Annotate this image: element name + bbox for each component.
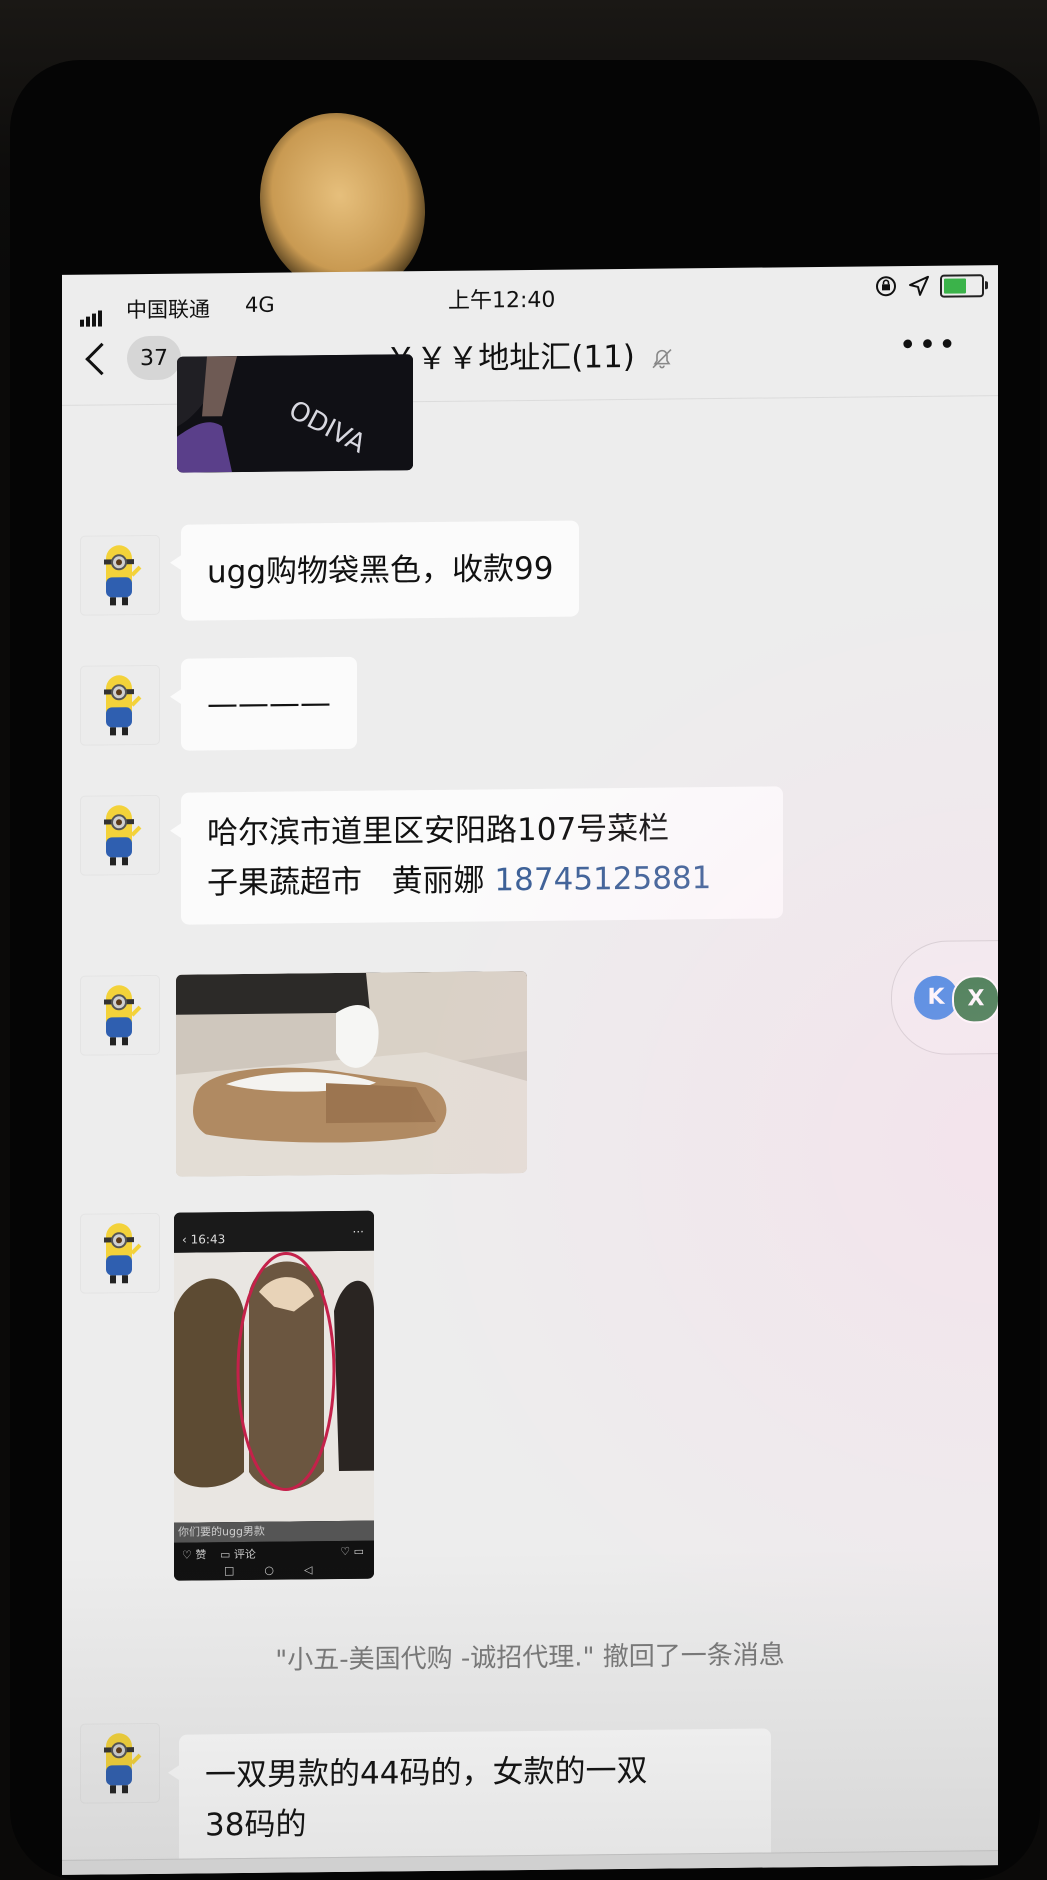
carrier-label: 中国联通 [126, 297, 210, 323]
rotation-lock-icon [876, 276, 896, 297]
phone-number-link[interactable]: 18745125881 [494, 860, 711, 898]
screenshot-time: 16:43 [190, 1232, 226, 1247]
screenshot-comment: 评论 [233, 1547, 256, 1562]
address-line-1: 哈尔滨市道里区安阳路107号菜栏 [207, 810, 670, 852]
close-x-icon[interactable]: X [952, 975, 998, 1024]
minion-avatar-icon [104, 1223, 142, 1284]
message-row: ugg购物袋黑色，收款99 [62, 520, 998, 621]
message-text: ugg购物袋黑色，收款99 [207, 550, 554, 591]
avatar[interactable] [80, 664, 160, 746]
avatar[interactable] [80, 974, 160, 1056]
more-options-button[interactable]: ••• [899, 328, 958, 364]
minion-avatar-icon [104, 545, 142, 606]
message-row: 一双男款的44码的，女款的一双 38码的 [62, 1714, 998, 1867]
screenshot-like: 赞 [195, 1548, 207, 1562]
text-message[interactable]: 一双男款的44码的，女款的一双 38码的 [179, 1728, 771, 1867]
message-row: 哈尔滨市道里区安阳路107号菜栏 子果蔬超市 黄丽娜 18745125881 [62, 786, 998, 925]
minion-avatar-icon [104, 1733, 142, 1794]
shoes-photo [174, 1250, 374, 1523]
avatar[interactable] [80, 794, 160, 876]
address-line-2-text: 子果蔬超市 黄丽娜 [207, 862, 495, 902]
address-message[interactable]: 哈尔滨市道里区安阳路107号菜栏 子果蔬超市 黄丽娜 18745125881 [181, 786, 783, 925]
avatar[interactable] [80, 534, 160, 616]
location-icon [909, 275, 929, 296]
recall-notice: "小五-美国代购 -诚招代理." 撤回了一条消息 [275, 1640, 785, 1676]
message-line-1: 一双男款的44码的，女款的一双 [205, 1752, 648, 1794]
screenshot-image-message[interactable]: ‹ 16:43 ··· 你们要的ugg男款 ♡ 赞 ▭ 评论 ♡ ▭ □○◁ [174, 1210, 374, 1581]
image-message[interactable] [176, 971, 527, 1177]
minion-avatar-icon [104, 985, 142, 1046]
screenshot-header: ‹ 16:43 ··· [174, 1210, 374, 1253]
chat-title-text: ￥￥￥地址汇(11) [385, 338, 635, 378]
minion-avatar-icon [104, 805, 142, 866]
screenshot-footer: ♡ 赞 ▭ 评论 ♡ ▭ □○◁ [174, 1540, 374, 1581]
network-type: 4G [245, 292, 275, 317]
message-line-2: 38码的 [205, 1806, 307, 1844]
phone-screen: 中国联通 4G 上午12:40 37 ￥￥￥地址汇(11) ••• ODIVA … [62, 265, 998, 1875]
message-row: ‹ 16:43 ··· 你们要的ugg男款 ♡ 赞 ▭ 评论 ♡ ▭ □○◁ [62, 1204, 998, 1581]
floating-widget[interactable]: K X [891, 939, 998, 1056]
battery-icon [940, 273, 988, 298]
text-message[interactable]: ———— [181, 656, 357, 751]
message-text: ———— [207, 685, 331, 723]
text-message[interactable]: ugg购物袋黑色，收款99 [181, 520, 580, 621]
signal-icon [80, 302, 104, 327]
moccasin-photo [176, 971, 527, 1177]
message-row: ———— [62, 656, 998, 751]
avatar[interactable] [80, 1212, 160, 1294]
mute-bell-icon [652, 348, 672, 368]
minion-avatar-icon [104, 675, 142, 736]
message-row [62, 966, 998, 1177]
avatar[interactable] [80, 1722, 160, 1804]
status-icons [874, 273, 988, 298]
screenshot-caption: 你们要的ugg男款 [174, 1520, 374, 1543]
image-message[interactable]: ODIVA [177, 354, 413, 473]
shirt-photo: ODIVA [177, 354, 413, 473]
address-line-2: 子果蔬超市 黄丽娜 18745125881 [207, 853, 757, 909]
clock: 上午12:40 [448, 287, 556, 314]
message-list[interactable]: ODIVA ugg购物袋黑色，收款99 ———— 哈尔滨市道里区安阳路107号菜… [62, 354, 998, 1875]
